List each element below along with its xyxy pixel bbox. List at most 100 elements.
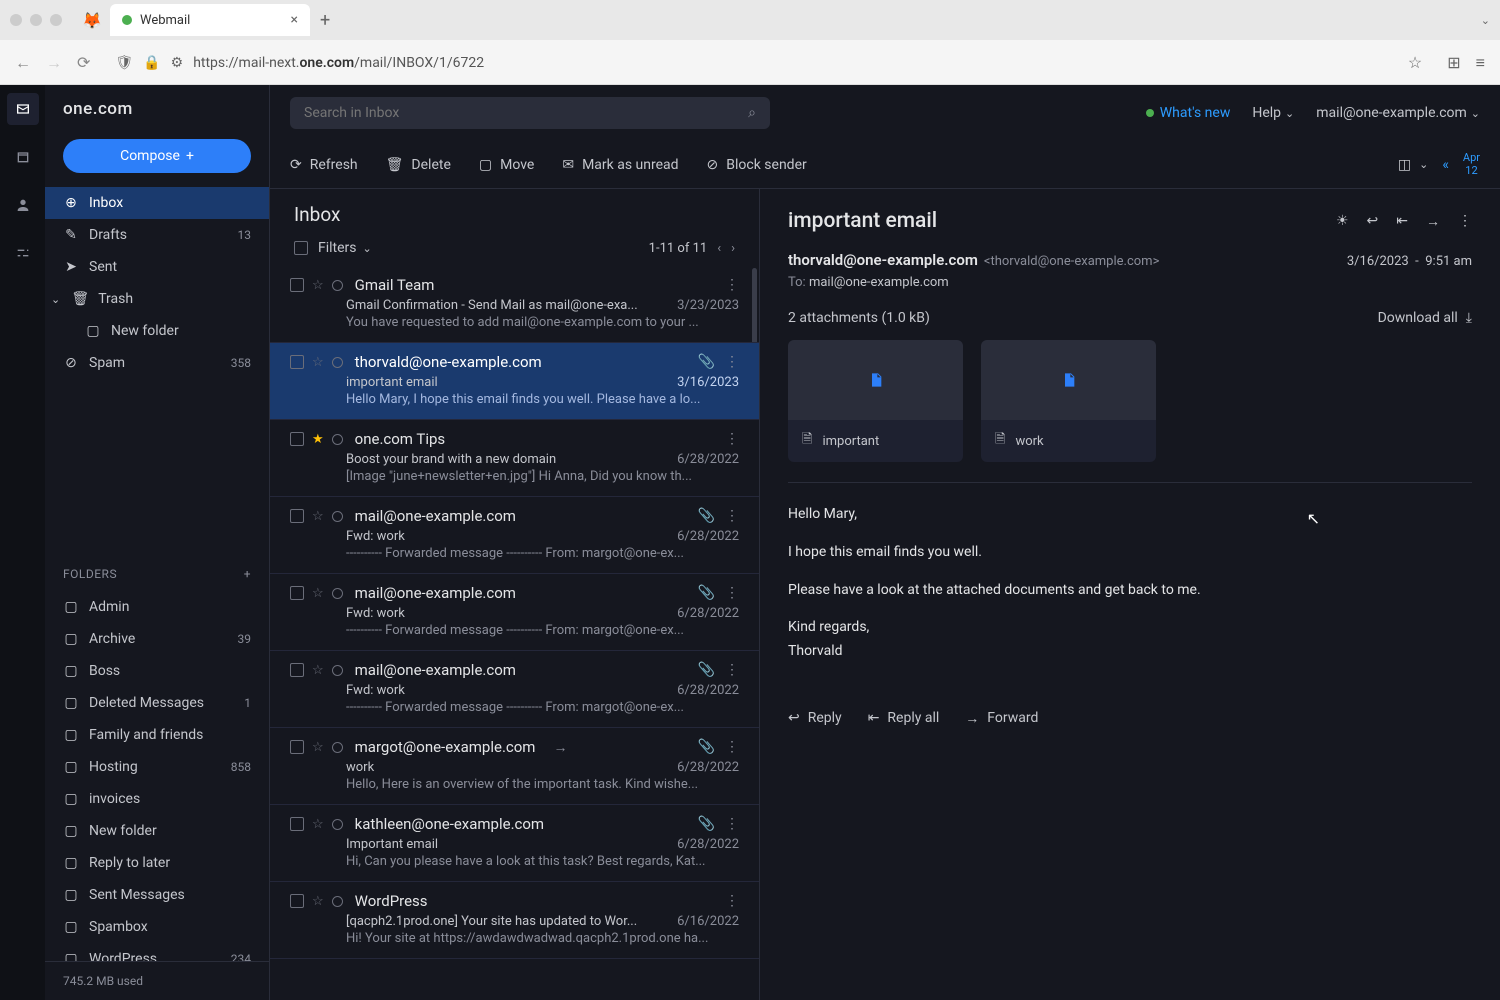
more-icon[interactable]: ⋮ <box>725 893 739 909</box>
read-status-icon[interactable] <box>332 280 343 291</box>
select-checkbox[interactable] <box>290 509 304 523</box>
move-button[interactable]: ▢Move <box>479 157 534 173</box>
read-status-icon[interactable] <box>332 511 343 522</box>
permissions-icon[interactable]: ⚙ <box>171 55 184 71</box>
more-icon[interactable]: ⋮ <box>725 354 739 370</box>
tab-close-icon[interactable]: × <box>291 12 298 28</box>
forward-button[interactable]: → <box>46 53 62 73</box>
rail-calendar-icon[interactable] <box>7 141 39 173</box>
block-sender-button[interactable]: ⊘Block sender <box>707 157 807 173</box>
message-row[interactable]: ☆thorvald@one-example.com📎⋮important ema… <box>270 343 759 420</box>
star-icon[interactable]: ☆ <box>312 663 324 678</box>
select-checkbox[interactable] <box>290 894 304 908</box>
whats-new-link[interactable]: What's new <box>1146 105 1231 121</box>
select-checkbox[interactable] <box>290 740 304 754</box>
message-row[interactable]: ☆margot@one-example.com→📎⋮work6/28/2022H… <box>270 728 759 805</box>
attachment-item[interactable]: 🗎important <box>788 340 963 462</box>
lock-icon[interactable]: 🔒 <box>143 55 160 71</box>
star-icon[interactable]: ☆ <box>312 740 324 755</box>
reply-icon[interactable]: ↩ <box>1367 213 1379 230</box>
message-row[interactable]: ☆mail@one-example.com📎⋮Fwd: work6/28/202… <box>270 651 759 728</box>
reload-button[interactable]: ⟳ <box>77 53 90 72</box>
message-row[interactable]: ☆mail@one-example.com📎⋮Fwd: work6/28/202… <box>270 497 759 574</box>
folder-inbox[interactable]: ⊕Inbox <box>45 187 269 219</box>
select-checkbox[interactable] <box>290 278 304 292</box>
select-checkbox[interactable] <box>290 355 304 369</box>
layout-toggle[interactable]: ◫⌄ <box>1398 157 1428 173</box>
folder-new-folder[interactable]: ▢New folder <box>45 315 269 347</box>
folder-admin[interactable]: ▢Admin <box>45 591 269 623</box>
reply-all-icon[interactable]: ⇤ <box>1396 213 1408 230</box>
search-field[interactable] <box>304 105 748 121</box>
folder-family-and-friends[interactable]: ▢Family and friends <box>45 719 269 751</box>
more-icon[interactable]: ⋮ <box>725 508 739 524</box>
more-icon[interactable]: ⋮ <box>725 816 739 832</box>
folder-sent-messages[interactable]: ▢Sent Messages <box>45 879 269 911</box>
star-icon[interactable]: ☆ <box>312 586 324 601</box>
window-controls[interactable] <box>10 14 62 26</box>
delete-button[interactable]: 🗑Delete <box>386 157 451 173</box>
search-input[interactable]: ⌕ <box>290 97 770 129</box>
star-icon[interactable]: ☆ <box>312 278 324 293</box>
url-bar[interactable]: 🛡 🔒 ⚙ https://mail-next.one.com/mail/INB… <box>105 53 1432 72</box>
more-icon[interactable]: ⋮ <box>1458 213 1472 230</box>
more-icon[interactable]: ⋮ <box>725 585 739 601</box>
rail-mail-icon[interactable] <box>7 93 39 125</box>
star-icon[interactable]: ☆ <box>312 355 324 370</box>
refresh-button[interactable]: ⟳Refresh <box>290 157 358 173</box>
message-row[interactable]: ☆WordPress⋮[qacph2.1prod.one] Your site … <box>270 882 759 959</box>
folder-deleted-messages[interactable]: ▢Deleted Messages1 <box>45 687 269 719</box>
folder-spam[interactable]: ⊘Spam358 <box>45 347 269 379</box>
prev-page-icon[interactable]: ‹ <box>717 241 721 256</box>
close-window-icon[interactable] <box>10 14 22 26</box>
filters-button[interactable]: Filters⌄ <box>318 240 372 256</box>
date-badge[interactable]: Apr12 <box>1463 152 1480 176</box>
read-status-icon[interactable] <box>332 819 343 830</box>
message-row[interactable]: ☆mail@one-example.com📎⋮Fwd: work6/28/202… <box>270 574 759 651</box>
folder-invoices[interactable]: ▢invoices <box>45 783 269 815</box>
message-row[interactable]: ☆Gmail Team⋮Gmail Confirmation - Send Ma… <box>270 266 759 343</box>
select-checkbox[interactable] <box>290 817 304 831</box>
download-all-button[interactable]: Download all⤓ <box>1378 310 1472 326</box>
read-status-icon[interactable] <box>332 357 343 368</box>
bookmark-icon[interactable]: ☆ <box>1408 53 1422 72</box>
star-icon[interactable]: ★ <box>312 432 324 447</box>
add-folder-icon[interactable]: + <box>244 567 251 581</box>
message-row[interactable]: ★one.com Tips⋮Boost your brand with a ne… <box>270 420 759 497</box>
message-row[interactable]: ☆kathleen@one-example.com📎⋮Important ema… <box>270 805 759 882</box>
read-status-icon[interactable] <box>332 434 343 445</box>
folder-trash[interactable]: ⌄🗑Trash <box>45 283 269 315</box>
forward-icon[interactable]: → <box>1426 213 1440 230</box>
rail-contacts-icon[interactable] <box>7 189 39 221</box>
select-checkbox[interactable] <box>290 663 304 677</box>
select-checkbox[interactable] <box>290 586 304 600</box>
back-button[interactable]: ← <box>15 53 31 73</box>
more-icon[interactable]: ⋮ <box>725 277 739 293</box>
rail-settings-icon[interactable] <box>7 237 39 269</box>
star-icon[interactable]: ☆ <box>312 894 324 909</box>
mark-unread-button[interactable]: ✉Mark as unread <box>562 157 678 173</box>
select-all-checkbox[interactable] <box>294 241 308 255</box>
folder-spambox[interactable]: ▢Spambox <box>45 911 269 943</box>
select-checkbox[interactable] <box>290 432 304 446</box>
folder-drafts[interactable]: ✎Drafts13 <box>45 219 269 251</box>
star-icon[interactable]: ☆ <box>312 509 324 524</box>
forward-button[interactable]: →Forward <box>965 710 1038 727</box>
shield-icon[interactable]: 🛡 <box>115 55 133 71</box>
read-status-icon[interactable] <box>332 588 343 599</box>
more-icon[interactable]: ⋮ <box>725 431 739 447</box>
extensions-icon[interactable]: ⊞ <box>1447 53 1460 72</box>
folder-new-folder[interactable]: ▢New folder <box>45 815 269 847</box>
menu-icon[interactable]: ≡ <box>1476 53 1485 73</box>
maximize-window-icon[interactable] <box>50 14 62 26</box>
reply-button[interactable]: ↩Reply <box>788 710 842 727</box>
chevron-down-icon[interactable]: ⌄ <box>51 293 60 306</box>
attachment-item[interactable]: 🗎work <box>981 340 1156 462</box>
folder-sent[interactable]: ➤Sent <box>45 251 269 283</box>
minimize-window-icon[interactable] <box>30 14 42 26</box>
account-menu[interactable]: mail@one-example.com⌄ <box>1316 105 1480 121</box>
more-icon[interactable]: ⋮ <box>725 662 739 678</box>
folder-boss[interactable]: ▢Boss <box>45 655 269 687</box>
folder-hosting[interactable]: ▢Hosting858 <box>45 751 269 783</box>
browser-tab[interactable]: Webmail × <box>110 4 310 36</box>
